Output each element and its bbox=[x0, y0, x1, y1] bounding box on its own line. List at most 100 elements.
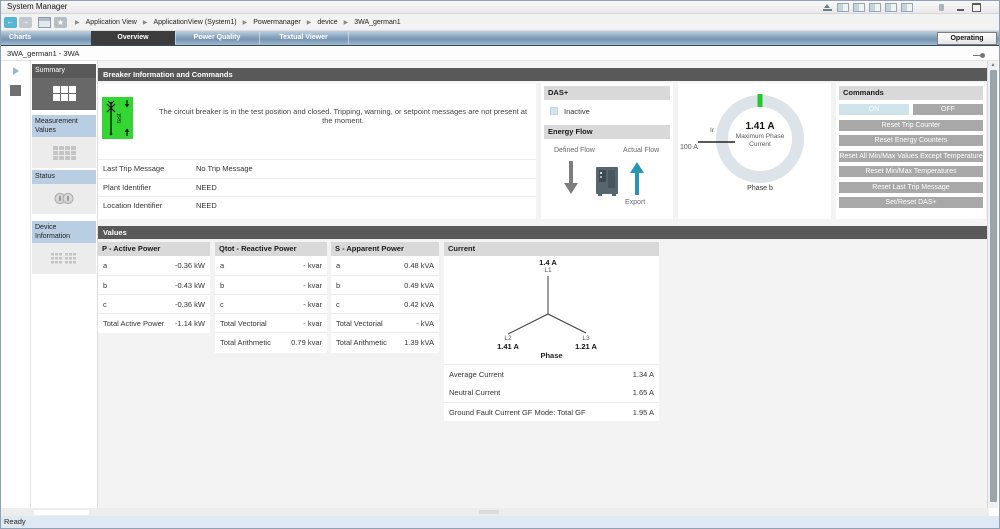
row-label: b bbox=[336, 276, 340, 294]
table-row: b -0.43 kW bbox=[98, 275, 210, 294]
layout-icon-3[interactable] bbox=[869, 3, 881, 12]
phasor-l2-label: L2 bbox=[478, 335, 538, 342]
das-checkbox[interactable] bbox=[550, 107, 558, 115]
defined-flow-down-arrow-icon bbox=[563, 161, 579, 195]
phasor-l1-label: L1 bbox=[518, 267, 578, 274]
sidebar-item-summary[interactable]: Summary bbox=[32, 64, 96, 110]
tab-power-quality[interactable]: Power Quality bbox=[175, 31, 259, 45]
horizontal-scrollbar-thumb[interactable] bbox=[479, 510, 499, 514]
horizontal-scrollbar[interactable] bbox=[1, 508, 989, 516]
reset-minmax-temperatures-button[interactable]: Reset Min/Max Temperatures bbox=[839, 166, 983, 177]
row-label: a bbox=[103, 256, 107, 275]
tree-node-icon[interactable] bbox=[10, 85, 21, 96]
gauge-label: Maximum Phase Current bbox=[725, 133, 795, 149]
table-row: Ground Fault Current GF Mode: Total GF1.… bbox=[444, 402, 659, 421]
breadcrumb-item[interactable]: 3WA_german1 bbox=[354, 19, 400, 26]
row-label: b bbox=[103, 276, 107, 294]
sidebar-item-status[interactable]: Status bbox=[32, 170, 96, 214]
minimize-button[interactable] bbox=[956, 3, 965, 12]
system-manager-window: System Manager ← → ★ ▶ Application View … bbox=[0, 0, 1000, 529]
phasor-l1-value: 1.4 A bbox=[518, 258, 578, 267]
off-button[interactable]: OFF bbox=[913, 104, 983, 115]
tabbar: Charts Overview Power Quality Textual Vi… bbox=[1, 31, 999, 46]
das-state-label: Inactive bbox=[564, 107, 590, 116]
toolbar: ← → ★ ▶ Application View ▶ ApplicationVi… bbox=[1, 14, 999, 31]
horizontal-scrollbar-thumb[interactable] bbox=[34, 510, 89, 515]
info-label: Plant Identifier bbox=[103, 179, 151, 197]
reset-last-trip-message-button[interactable]: Reset Last Trip Message bbox=[839, 182, 983, 193]
sidebar-item-measurement-values[interactable]: Measurement Values bbox=[32, 115, 96, 168]
breadcrumb-item[interactable]: device bbox=[317, 19, 337, 26]
sidebar-item-label: Summary bbox=[32, 64, 96, 78]
table-header: S - Apparent Power bbox=[331, 242, 439, 256]
tab-overview[interactable]: Overview bbox=[91, 31, 175, 45]
sidebar-item-device-information[interactable]: Device Information bbox=[32, 221, 96, 274]
sidebar-item-label: Device Information bbox=[32, 221, 96, 243]
layout-icon-1[interactable] bbox=[837, 3, 849, 12]
gauge-ref-name: Ir bbox=[696, 127, 714, 134]
breaker-device-icon bbox=[595, 167, 619, 197]
row-value: - kVA bbox=[416, 314, 434, 332]
pin-icon[interactable] bbox=[973, 52, 985, 58]
forward-arrow-icon[interactable]: → bbox=[19, 17, 32, 28]
row-value: 0.49 kVA bbox=[404, 276, 434, 294]
row-value: 1.39 kVA bbox=[404, 333, 434, 351]
summary-grid-icon bbox=[32, 78, 96, 110]
pin-panel-icon[interactable] bbox=[822, 3, 833, 12]
breadcrumb-separator: ▶ bbox=[307, 19, 312, 26]
device-info-icon bbox=[32, 243, 96, 274]
on-button[interactable]: ON bbox=[839, 104, 909, 115]
layout-icon-4[interactable] bbox=[885, 3, 897, 12]
phasor-l3-label: L3 bbox=[556, 335, 616, 342]
das-energy-card: DAS+ Inactive Energy Flow Defined Flow A… bbox=[541, 83, 673, 219]
table-row: Total Arithmetic0.79 kvar bbox=[215, 332, 327, 351]
current-panel: Current 1.4 A L1 L2 1.41 A L3 1.21 A Pha… bbox=[444, 242, 659, 421]
status-toggle-icon bbox=[32, 184, 96, 214]
row-value: - kvar bbox=[303, 276, 322, 294]
breaker-status-message: The circuit breaker is in the test posit… bbox=[158, 107, 528, 125]
table-row: a0.48 kVA bbox=[331, 256, 439, 275]
operating-mode-button[interactable]: Operating bbox=[937, 32, 997, 45]
tab-textual-viewer[interactable]: Textual Viewer bbox=[259, 31, 348, 45]
tab-charts[interactable]: Charts bbox=[9, 31, 31, 45]
reactive-power-table: Qtot - Reactive Power a- kvar b- kvar c-… bbox=[215, 242, 327, 353]
expand-arrow-icon[interactable] bbox=[13, 67, 19, 75]
reset-energy-counters-button[interactable]: Reset Energy Counters bbox=[839, 135, 983, 146]
breadcrumb-item[interactable]: Powermanager bbox=[253, 19, 300, 26]
set-reset-das-button[interactable]: Set/Reset DAS+ bbox=[839, 197, 983, 208]
breadcrumb-item[interactable]: Application View bbox=[86, 19, 137, 26]
window-view-icon[interactable] bbox=[38, 17, 51, 28]
layout-icon-2[interactable] bbox=[853, 3, 865, 12]
table-row: b - kvar bbox=[215, 275, 327, 294]
info-value: NEED bbox=[196, 179, 217, 197]
device-subheader: 3WA_german1 - 3WA bbox=[1, 46, 999, 61]
gauge-ring bbox=[678, 83, 831, 219]
favorite-star-icon[interactable]: ★ bbox=[54, 17, 67, 28]
scroll-up-arrow-icon[interactable]: ▲ bbox=[988, 62, 998, 68]
current-header: Current bbox=[444, 242, 659, 256]
phasor-l2-value: 1.41 A bbox=[478, 342, 538, 351]
breaker-section-header: Breaker Information and Commands bbox=[98, 68, 987, 81]
breadcrumb-item[interactable]: ApplicationView (System1) bbox=[154, 19, 237, 26]
tab-separator bbox=[175, 32, 176, 44]
vertical-scrollbar[interactable]: ▲ bbox=[987, 61, 998, 508]
row-value: -0.43 kW bbox=[175, 276, 205, 294]
layout-icon-5[interactable] bbox=[901, 3, 913, 12]
table-header: P - Active Power bbox=[98, 242, 210, 256]
reset-trip-counter-button[interactable]: Reset Trip Counter bbox=[839, 120, 983, 131]
row-label: Average Current bbox=[449, 365, 504, 383]
gauge-ref-value: 100 A bbox=[680, 144, 700, 151]
table-row: c0.42 kVA bbox=[331, 294, 439, 313]
vertical-scrollbar-thumb[interactable] bbox=[990, 70, 997, 502]
status-bar: Ready bbox=[1, 516, 999, 528]
tab-separator bbox=[348, 32, 349, 44]
reset-minmax-values-button[interactable]: Reset All Min/Max Values Except Temperat… bbox=[839, 151, 983, 162]
energy-flow-header: Energy Flow bbox=[544, 125, 670, 139]
row-value: 1.95 A bbox=[633, 403, 654, 421]
maximize-button[interactable] bbox=[972, 3, 981, 12]
phasor-l3-value: 1.21 A bbox=[556, 342, 616, 351]
row-label: c bbox=[336, 295, 340, 313]
tree-edge-strip bbox=[1, 61, 31, 508]
back-arrow-icon[interactable]: ← bbox=[4, 17, 17, 28]
row-label: b bbox=[220, 276, 224, 294]
